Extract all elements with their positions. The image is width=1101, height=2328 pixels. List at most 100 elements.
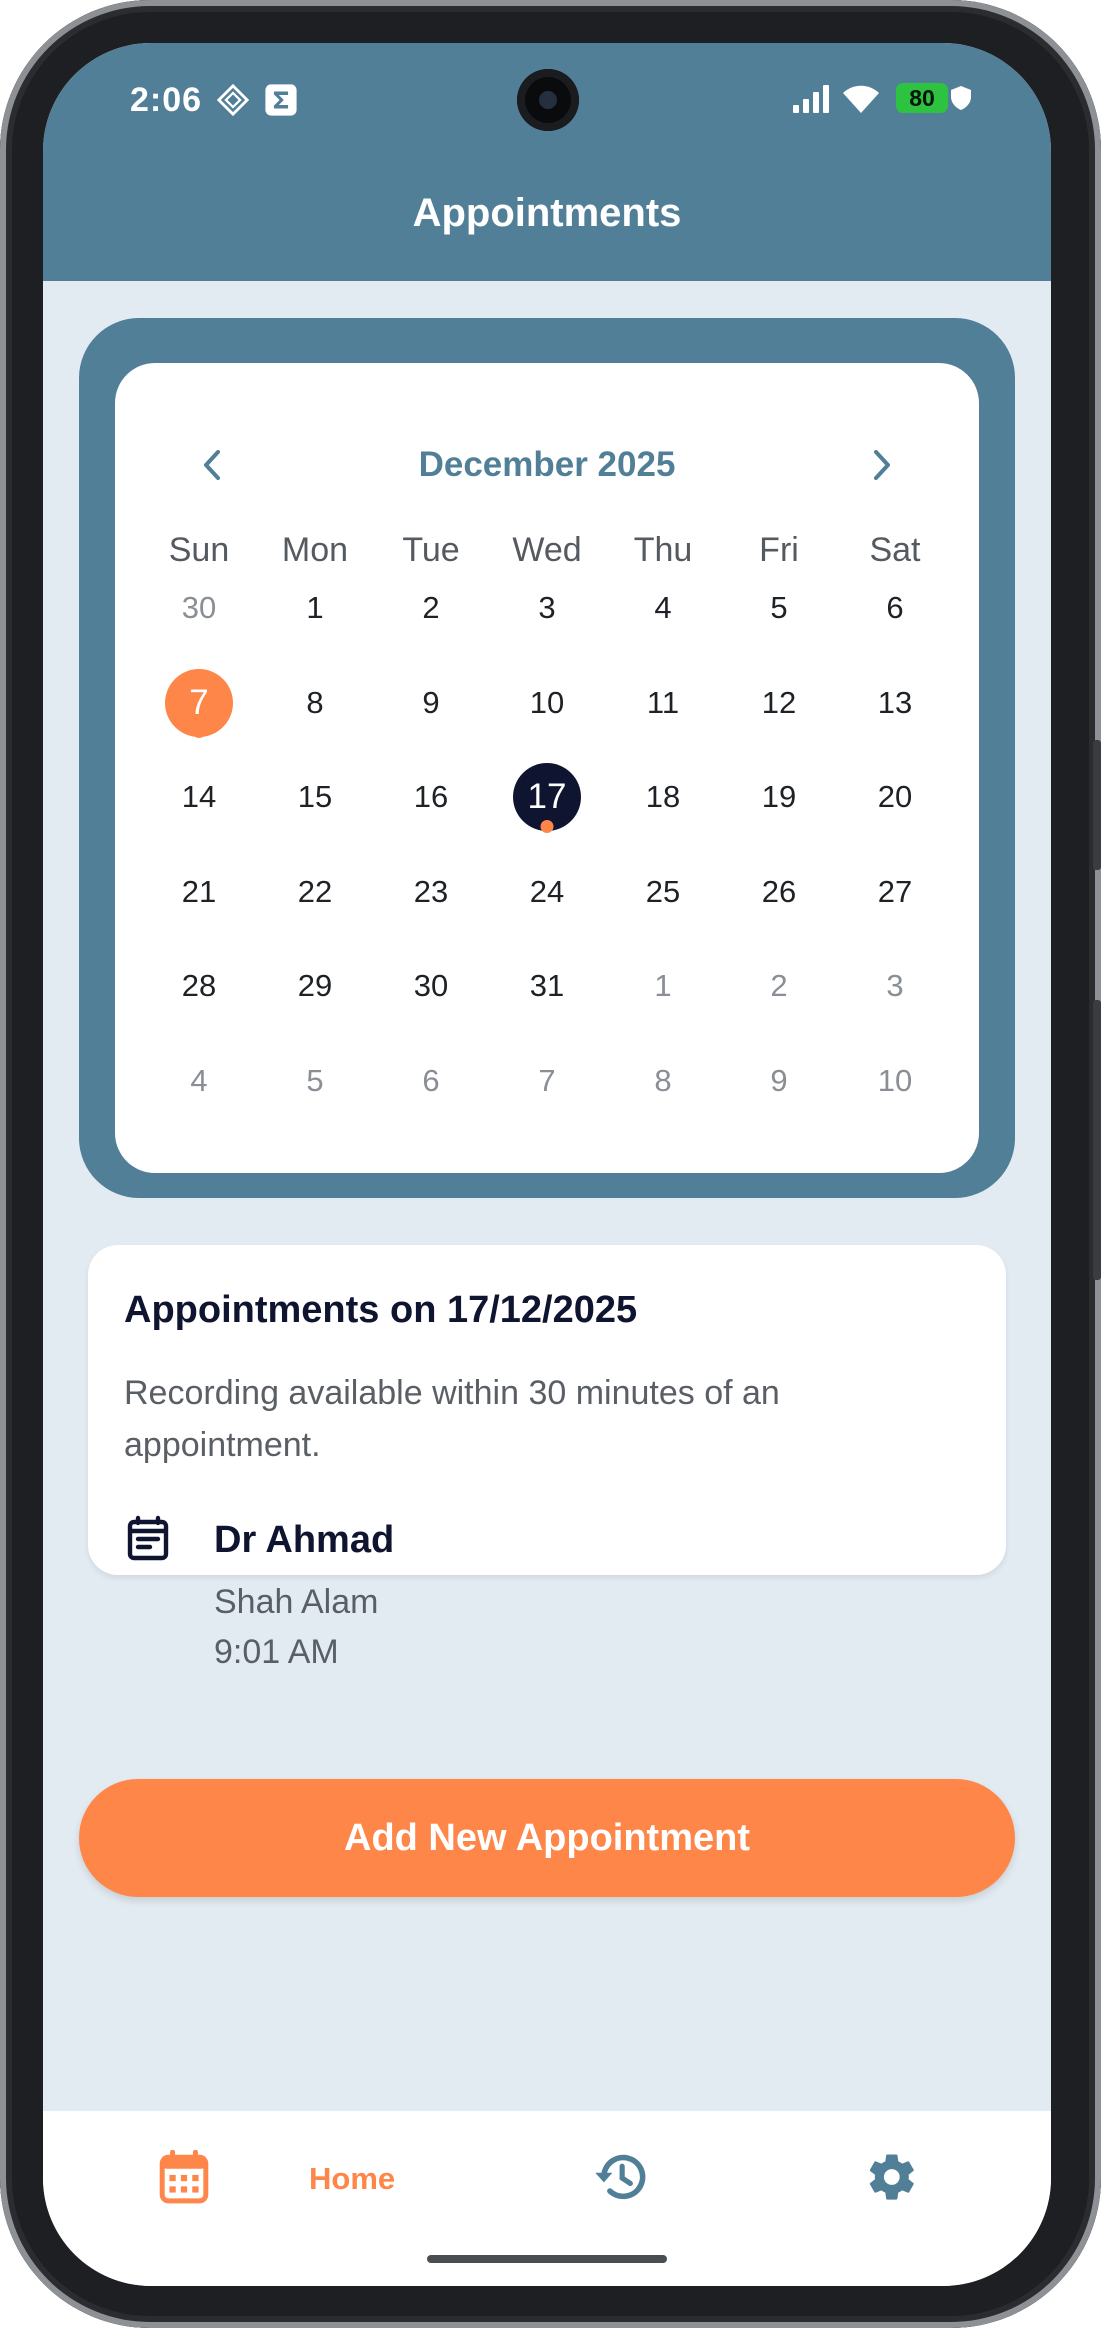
nav-home[interactable]: Home [159, 2147, 395, 2211]
day-number: 10 [877, 1062, 913, 1098]
day-cell[interactable]: 6 [373, 1034, 489, 1129]
day-number: 8 [306, 684, 324, 720]
volume-button [1093, 1000, 1101, 1280]
day-cell[interactable]: 3 [837, 939, 953, 1034]
day-cell[interactable]: 19 [721, 750, 837, 845]
day-cell[interactable]: 18 [605, 750, 721, 845]
nav-settings[interactable] [865, 2147, 919, 2211]
day-cell[interactable]: 20 [837, 750, 953, 845]
day-number: 11 [646, 684, 680, 720]
day-number: 6 [886, 590, 904, 626]
nav-home-label: Home [309, 2161, 396, 2196]
home-indicator[interactable] [427, 2255, 667, 2263]
appointment-item[interactable]: Dr Ahmad Shah Alam 9:01 AM [124, 1515, 944, 1685]
day-cell[interactable]: 10 [837, 1034, 953, 1129]
day-cell[interactable]: 7 [489, 1034, 605, 1129]
day-cell[interactable]: 13 [837, 656, 953, 751]
day-number: 16 [413, 779, 449, 815]
day-number: 15 [297, 779, 333, 815]
battery-indicator: 80 [896, 83, 948, 113]
day-number: 29 [297, 968, 333, 1004]
front-camera [517, 69, 579, 131]
day-cell[interactable]: 1 [605, 939, 721, 1034]
power-button [1093, 740, 1101, 870]
chevron-left-icon [204, 450, 220, 480]
day-cell[interactable]: 26 [721, 845, 837, 940]
day-cell[interactable]: 4 [141, 1034, 257, 1129]
previous-month-button[interactable] [183, 435, 243, 495]
day-cell[interactable]: 6 [837, 561, 953, 656]
day-cell-today[interactable]: 7 [141, 656, 257, 751]
day-cell[interactable]: 12 [721, 656, 837, 751]
day-number: 9 [422, 684, 440, 720]
day-number: 7 [189, 682, 209, 722]
day-number: 12 [761, 684, 797, 720]
page-title: Appointments [412, 191, 682, 235]
day-cell[interactable]: 5 [721, 561, 837, 656]
next-month-button[interactable] [851, 435, 911, 495]
day-number: 30 [413, 968, 449, 1004]
day-cell[interactable]: 2 [373, 561, 489, 656]
day-cell[interactable]: 8 [257, 656, 373, 751]
history-icon [592, 2150, 648, 2209]
appointment-dot [540, 819, 554, 833]
shield-icon [950, 85, 972, 116]
day-cell[interactable]: 30 [141, 561, 257, 656]
day-number: 1 [654, 968, 672, 1004]
day-cell[interactable]: 3 [489, 561, 605, 656]
day-cell[interactable]: 25 [605, 845, 721, 940]
appointment-time: 9:01 AM [214, 1633, 339, 1671]
day-cell[interactable]: 11 [605, 656, 721, 751]
day-cell-selected[interactable]: 17 [489, 750, 605, 845]
add-new-appointment-button[interactable]: Add New Appointment [79, 1779, 1015, 1897]
day-number: 5 [770, 590, 788, 626]
day-cell[interactable]: 24 [489, 845, 605, 940]
day-cell[interactable]: 9 [373, 656, 489, 751]
day-cell[interactable]: 16 [373, 750, 489, 845]
status-bar: 2:06 80 [43, 43, 1051, 153]
recording-note: Recording available within 30 minutes of… [124, 1374, 780, 1464]
day-cell[interactable]: 21 [141, 845, 257, 940]
nav-history[interactable] [592, 2147, 648, 2211]
day-number: 26 [761, 873, 797, 909]
day-number: 4 [190, 1062, 208, 1098]
appointments-card: Appointments on 17/12/2025 Recording ava… [88, 1245, 1006, 1671]
day-number: 21 [181, 873, 217, 909]
day-cell[interactable]: 5 [257, 1034, 373, 1129]
phone-frame: 2:06 80 Appointments December 2025 Sun M… [0, 0, 1101, 2328]
day-cell[interactable]: 2 [721, 939, 837, 1034]
calendar-panel: December 2025 Sun Mon Tue Wed Thu Fri Sat 30 1 2… [79, 318, 1015, 1198]
day-number: 23 [413, 873, 449, 909]
day-number: 7 [538, 1062, 556, 1098]
day-cell[interactable]: 10 [489, 656, 605, 751]
notification-sigma-icon [264, 83, 298, 122]
day-cell[interactable]: 4 [605, 561, 721, 656]
day-number: 18 [645, 779, 681, 815]
day-cell[interactable]: 14 [141, 750, 257, 845]
day-cell[interactable]: 31 [489, 939, 605, 1034]
day-cell[interactable]: 15 [257, 750, 373, 845]
day-number: 27 [877, 873, 913, 909]
day-cell[interactable]: 30 [373, 939, 489, 1034]
day-cell[interactable]: 8 [605, 1034, 721, 1129]
day-number: 1 [306, 590, 324, 626]
month-label: December 2025 [418, 445, 676, 484]
day-number: 25 [645, 873, 681, 909]
day-cell[interactable]: 27 [837, 845, 953, 940]
appointments-title: Appointments on 17/12/2025 [124, 1289, 638, 1331]
day-number: 28 [181, 968, 217, 1004]
gear-icon [865, 2150, 919, 2209]
appointment-location: Shah Alam [214, 1583, 379, 1621]
day-cell[interactable]: 22 [257, 845, 373, 940]
day-cell[interactable]: 23 [373, 845, 489, 940]
day-number: 8 [654, 1062, 672, 1098]
day-cell[interactable]: 29 [257, 939, 373, 1034]
day-number: 10 [529, 684, 565, 720]
screen: 2:06 80 Appointments December 2025 Sun M… [43, 43, 1051, 2286]
day-cell[interactable]: 9 [721, 1034, 837, 1129]
day-cell[interactable]: 1 [257, 561, 373, 656]
day-number: 19 [761, 779, 797, 815]
day-cell[interactable]: 28 [141, 939, 257, 1034]
app-header: 2:06 80 Appointments [43, 43, 1051, 281]
day-grid: 30 1 2 3 4 5 6 7 8 9 10 11 12 13 14 15 16 17 18 19 20 21 22 23 2… [141, 561, 953, 1128]
